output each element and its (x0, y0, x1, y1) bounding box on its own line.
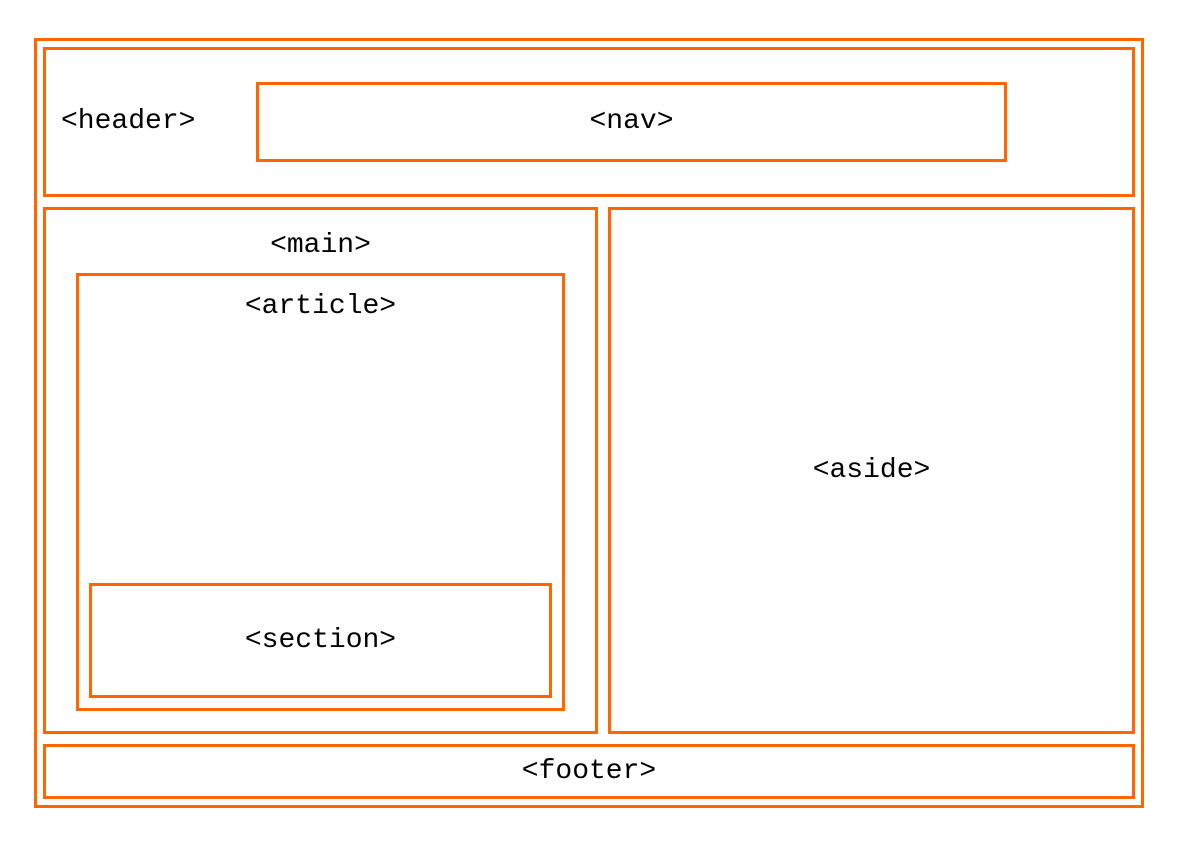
header-label: <header> (61, 106, 241, 137)
header-box: <header> <nav> (43, 47, 1135, 197)
article-label: <article> (89, 286, 552, 327)
main-label: <main> (76, 220, 565, 273)
section-box: <section> (89, 583, 552, 698)
aside-box: <aside> (608, 207, 1135, 734)
article-spacer (89, 327, 552, 583)
nav-box: <nav> (256, 82, 1007, 162)
section-label: <section> (245, 625, 396, 656)
footer-label: <footer> (522, 756, 656, 787)
nav-label: <nav> (589, 106, 673, 137)
aside-label: <aside> (813, 455, 931, 486)
article-box: <article> <section> (76, 273, 565, 711)
main-box: <main> <article> <section> (43, 207, 598, 734)
layout-container: <header> <nav> <main> <article> <section… (34, 38, 1144, 808)
footer-box: <footer> (43, 744, 1135, 799)
middle-row: <main> <article> <section> <aside> (43, 207, 1135, 734)
